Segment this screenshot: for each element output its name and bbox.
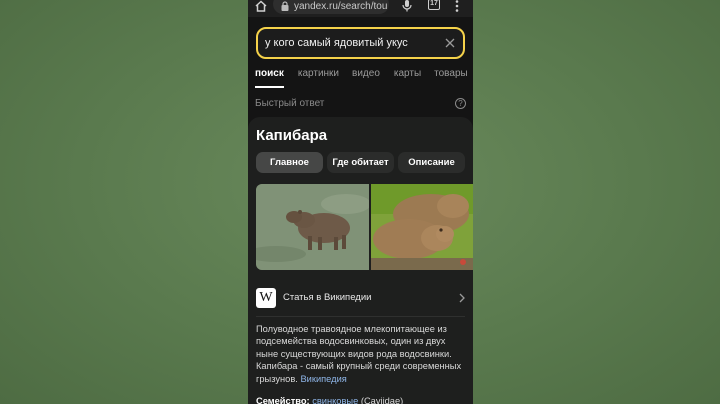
browser-toolbar: yandex.ru/search/tou 17 bbox=[248, 0, 473, 17]
home-icon[interactable] bbox=[254, 0, 268, 12]
help-icon[interactable]: ? bbox=[455, 98, 466, 109]
address-bar-url: yandex.ru/search/tou bbox=[294, 1, 388, 12]
lock-icon bbox=[281, 1, 289, 11]
card-title: Капибара bbox=[256, 127, 328, 144]
search-query: у кого самый ядовитый укус bbox=[265, 37, 408, 49]
wikipedia-article-link[interactable]: W Статья в Википедии bbox=[256, 288, 465, 308]
divider bbox=[256, 316, 465, 317]
family-label: Семейство: bbox=[256, 396, 310, 404]
wikipedia-icon: W bbox=[256, 288, 276, 308]
tab-maps[interactable]: карты bbox=[394, 64, 421, 88]
tabs-icon[interactable]: 17 bbox=[428, 0, 440, 10]
capybara-photo-2[interactable] bbox=[371, 184, 473, 270]
description-body: Полуводное травоядное млекопитающее из п… bbox=[256, 324, 462, 384]
capybara-photo-1[interactable] bbox=[256, 184, 369, 270]
tab-products[interactable]: товары bbox=[434, 64, 468, 88]
phone-screen: yandex.ru/search/tou 17 у кого самый ядо… bbox=[248, 0, 473, 404]
tab-images[interactable]: картинки bbox=[298, 64, 339, 88]
search-tabs: поиск картинки видео карты товары bbox=[248, 64, 473, 90]
address-bar[interactable]: yandex.ru/search/tou bbox=[273, 0, 389, 14]
family-link[interactable]: свинковые bbox=[312, 396, 358, 404]
description-source-link[interactable]: Википедия bbox=[300, 374, 346, 384]
tab-search[interactable]: поиск bbox=[255, 64, 284, 88]
tab-video[interactable]: видео bbox=[352, 64, 380, 88]
microphone-icon[interactable] bbox=[402, 0, 412, 12]
quick-answer-label: Быстрый ответ bbox=[255, 98, 325, 109]
family-row: Семейство: свинковые (Caviidae) bbox=[256, 396, 403, 404]
description-text: Полуводное травоядное млекопитающее из п… bbox=[256, 323, 468, 385]
pill-main[interactable]: Главное bbox=[256, 152, 323, 173]
chevron-right-icon bbox=[459, 293, 465, 303]
family-latin: (Caviidae) bbox=[360, 396, 404, 404]
clear-icon[interactable] bbox=[445, 38, 455, 48]
search-input[interactable]: у кого самый ядовитый укус bbox=[256, 27, 465, 59]
menu-icon[interactable] bbox=[455, 0, 459, 12]
pill-habitat[interactable]: Где обитает bbox=[327, 152, 394, 173]
answer-card: Капибара Главное Где обитает Описание W … bbox=[248, 117, 473, 404]
pill-description[interactable]: Описание bbox=[398, 152, 465, 173]
wikipedia-label: Статья в Википедии bbox=[283, 292, 372, 303]
